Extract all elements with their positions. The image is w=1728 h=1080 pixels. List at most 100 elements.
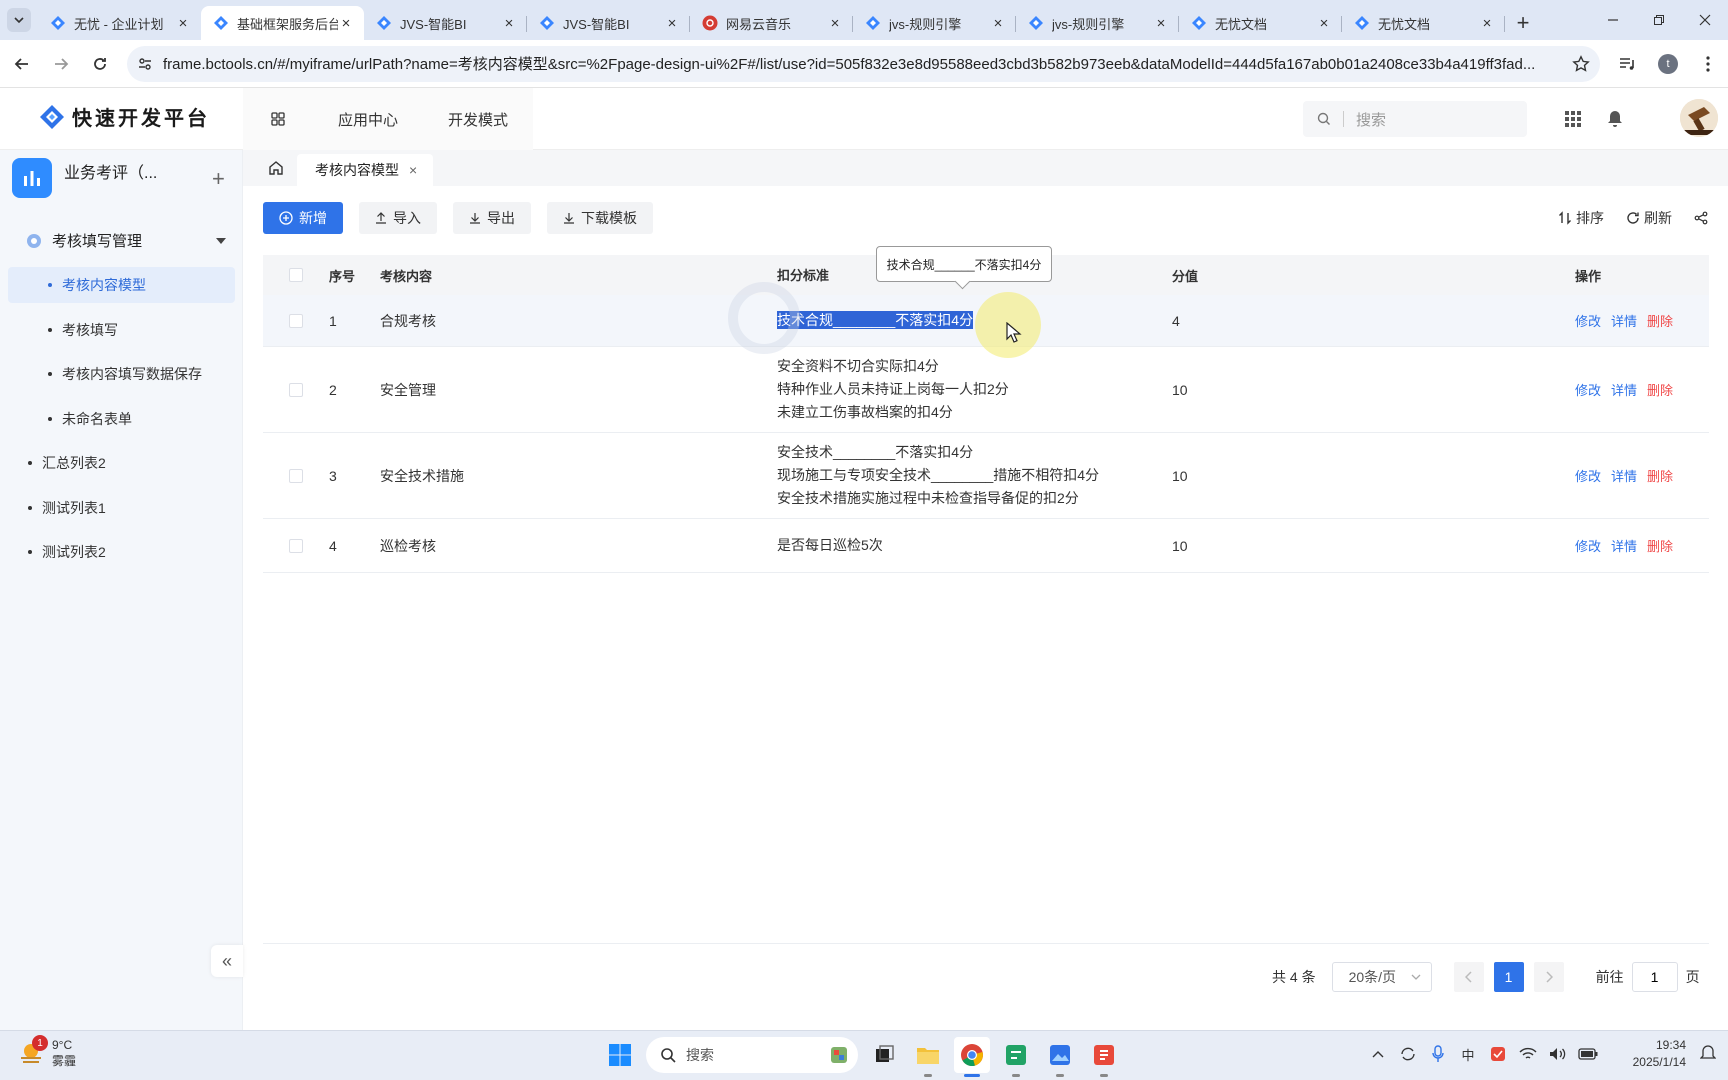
sidebar-item-untitled-form[interactable]: 未命名表单 xyxy=(8,401,235,437)
browser-tab[interactable]: 无忧文档 × xyxy=(1342,6,1505,40)
home-tab[interactable] xyxy=(255,150,297,186)
url-field[interactable]: frame.bctools.cn/#/myiframe/urlPath?name… xyxy=(127,45,1600,82)
goto-page-input[interactable] xyxy=(1631,962,1678,992)
browser-tab[interactable]: 无忧 - 企业计划 × xyxy=(38,6,201,40)
media-control-button[interactable] xyxy=(1612,48,1644,80)
browser-tab[interactable]: 基础框架服务后台 × xyxy=(201,6,364,40)
menu-group-assessment[interactable]: 考核填写管理 xyxy=(26,230,226,251)
refresh-button[interactable]: 刷新 xyxy=(1626,208,1672,228)
close-tab-icon[interactable]: × xyxy=(990,15,1006,32)
user-avatar[interactable] xyxy=(1680,99,1718,137)
add-button[interactable]: 新增 xyxy=(263,202,343,234)
close-window-button[interactable] xyxy=(1682,0,1728,40)
platform-logo[interactable]: 快速开发平台 xyxy=(38,102,210,131)
close-tab-icon[interactable]: × xyxy=(1153,15,1169,32)
row-checkbox[interactable] xyxy=(263,468,329,483)
detail-link[interactable]: 详情 xyxy=(1611,311,1637,330)
close-tab-icon[interactable]: × xyxy=(1479,15,1495,32)
taskbar-app-blue[interactable] xyxy=(1042,1037,1078,1077)
tray-volume[interactable] xyxy=(1548,1039,1568,1069)
row-checkbox[interactable] xyxy=(263,538,329,553)
nav-app-center[interactable]: 应用中心 xyxy=(313,88,423,150)
app-grid-button[interactable] xyxy=(243,88,313,150)
download-template-button[interactable]: 下载模板 xyxy=(547,202,653,234)
taskbar-app-green[interactable] xyxy=(998,1037,1034,1077)
tray-sync-button[interactable] xyxy=(1398,1039,1418,1069)
table-row[interactable]: 2 安全管理 安全资料不切合实际扣4分 特种作业人员未持证上岗每一人扣2分 未建立工伤事… xyxy=(263,347,1709,433)
sort-button[interactable]: 排序 xyxy=(1558,208,1604,228)
export-button[interactable]: 导出 xyxy=(453,202,531,234)
close-tab-icon[interactable]: × xyxy=(501,15,517,32)
sidebar-item-fill-data-save[interactable]: 考核内容填写数据保存 xyxy=(8,356,235,392)
detail-link[interactable]: 详情 xyxy=(1611,380,1637,399)
taskbar-search[interactable]: 搜索 xyxy=(646,1037,858,1073)
delete-link[interactable]: 删除 xyxy=(1647,466,1673,485)
system-clock[interactable]: 19:34 2025/1/14 xyxy=(1622,1037,1686,1071)
share-button[interactable] xyxy=(1694,211,1708,225)
weather-widget[interactable]: 1 9°C 雾霾 xyxy=(18,1035,76,1069)
delete-link[interactable]: 删除 xyxy=(1647,311,1673,330)
profile-button[interactable]: t xyxy=(1652,48,1684,80)
sidebar-item-assessment-fill[interactable]: 考核填写 xyxy=(8,312,235,348)
minimize-button[interactable] xyxy=(1590,0,1636,40)
add-menu-button[interactable]: + xyxy=(212,166,225,192)
page-number-current[interactable]: 1 xyxy=(1493,962,1524,992)
close-tab-icon[interactable]: × xyxy=(175,15,191,32)
sidebar-item-test-list-1[interactable]: 测试列表1 xyxy=(28,493,106,523)
tray-app-button[interactable] xyxy=(1488,1039,1508,1069)
tray-overflow-button[interactable] xyxy=(1368,1039,1388,1069)
close-tab-icon[interactable]: × xyxy=(664,15,680,32)
header-search-input[interactable]: 搜索 xyxy=(1303,101,1527,137)
back-button[interactable] xyxy=(5,47,39,81)
app-card[interactable]: 业务考评（... xyxy=(12,158,157,198)
row-checkbox[interactable] xyxy=(263,313,329,328)
taskbar-app-red[interactable] xyxy=(1086,1037,1122,1077)
edit-link[interactable]: 修改 xyxy=(1575,536,1601,555)
close-tab-icon[interactable]: × xyxy=(827,15,843,32)
table-row[interactable]: 3 安全技术措施 安全技术________不落实扣4分 现场施工与专项安全技术____… xyxy=(263,433,1709,519)
detail-link[interactable]: 详情 xyxy=(1611,466,1637,485)
reload-button[interactable] xyxy=(83,47,117,81)
apps-button[interactable] xyxy=(1556,100,1590,138)
edit-link[interactable]: 修改 xyxy=(1575,311,1601,330)
tray-battery[interactable] xyxy=(1578,1039,1598,1069)
nav-dev-mode[interactable]: 开发模式 xyxy=(423,88,533,150)
import-button[interactable]: 导入 xyxy=(359,202,437,234)
browser-menu-button[interactable] xyxy=(1692,48,1724,80)
close-tab-icon[interactable]: × xyxy=(409,162,417,178)
tray-mic-button[interactable] xyxy=(1428,1039,1448,1069)
tab-assessment-model[interactable]: 考核内容模型 × xyxy=(297,154,434,186)
delete-link[interactable]: 删除 xyxy=(1647,380,1673,399)
prev-page-button[interactable] xyxy=(1453,962,1484,992)
taskbar-chrome[interactable] xyxy=(954,1037,990,1077)
tray-wifi[interactable] xyxy=(1518,1039,1538,1069)
taskbar-file-explorer[interactable] xyxy=(910,1037,946,1077)
row-checkbox[interactable] xyxy=(263,382,329,397)
browser-tab[interactable]: JVS-智能BI × xyxy=(527,6,690,40)
delete-link[interactable]: 删除 xyxy=(1647,536,1673,555)
notification-center-button[interactable] xyxy=(1700,1045,1716,1063)
select-all-checkbox[interactable] xyxy=(263,268,329,282)
browser-tab[interactable]: 网易云音乐 × xyxy=(690,6,853,40)
browser-tab[interactable]: jvs-规则引擎 × xyxy=(1016,6,1179,40)
page-size-select[interactable]: 20条/页 xyxy=(1331,962,1432,992)
notification-button[interactable] xyxy=(1598,100,1632,138)
sidebar-item-test-list-2[interactable]: 测试列表2 xyxy=(28,537,106,567)
sidebar-item-assessment-model[interactable]: 考核内容模型 xyxy=(8,267,235,303)
edit-link[interactable]: 修改 xyxy=(1575,380,1601,399)
restore-button[interactable] xyxy=(1636,0,1682,40)
taskbar-task-view[interactable] xyxy=(866,1037,902,1073)
detail-link[interactable]: 详情 xyxy=(1611,536,1637,555)
new-tab-button[interactable]: + xyxy=(1505,6,1541,40)
browser-tab[interactable]: jvs-规则引擎 × xyxy=(853,6,1016,40)
close-tab-icon[interactable]: × xyxy=(338,15,354,32)
tray-ime[interactable]: 中 xyxy=(1458,1039,1478,1069)
start-button[interactable] xyxy=(602,1037,638,1073)
sidebar-collapse-button[interactable]: « xyxy=(211,945,243,977)
next-page-button[interactable] xyxy=(1533,962,1564,992)
close-tab-icon[interactable]: × xyxy=(1316,15,1332,32)
browser-tab[interactable]: JVS-智能BI × xyxy=(364,6,527,40)
table-row[interactable]: 4 巡检考核 是否每日巡检5次 10 修改 详情 删除 xyxy=(263,519,1709,573)
site-settings-icon[interactable] xyxy=(137,56,153,72)
edit-link[interactable]: 修改 xyxy=(1575,466,1601,485)
